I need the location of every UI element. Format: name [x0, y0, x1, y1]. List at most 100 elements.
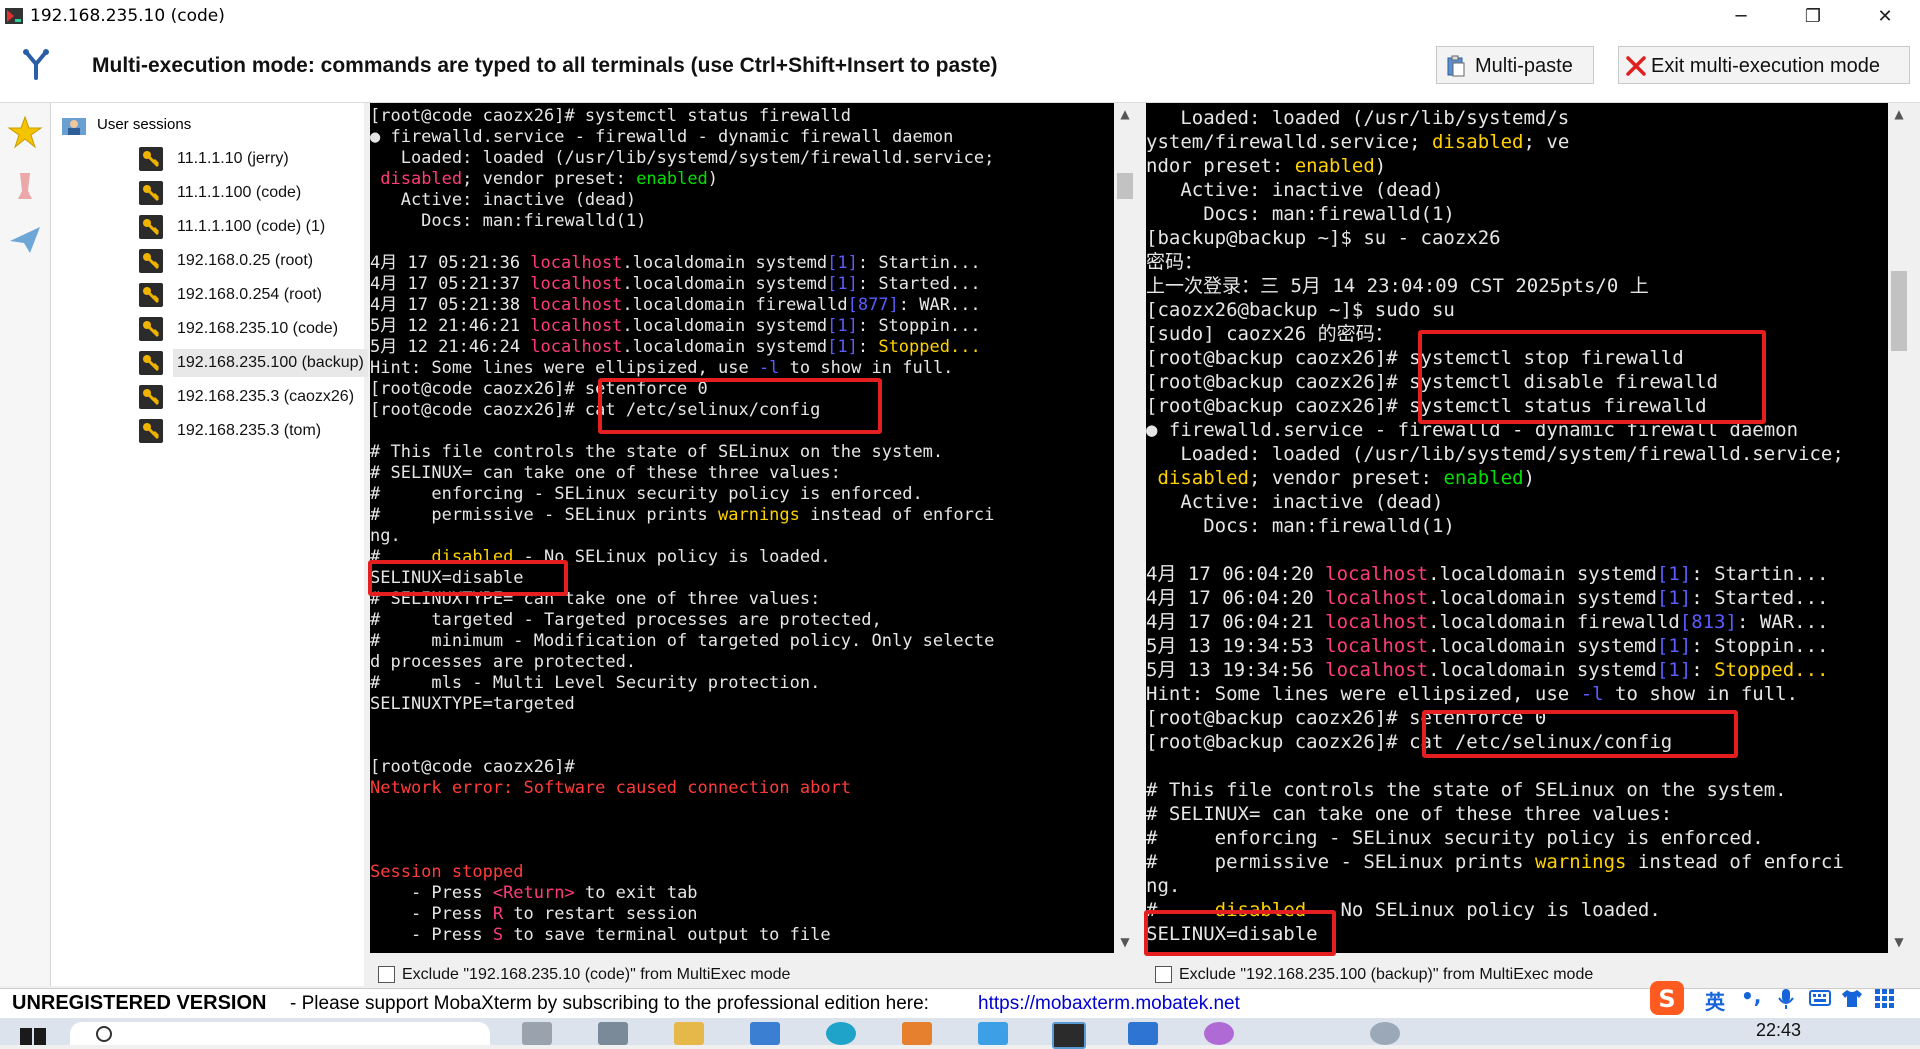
minimize-button[interactable]: ─	[1712, 0, 1770, 34]
session-label: 192.168.0.25 (root)	[177, 252, 314, 269]
status-bar: UNREGISTERED VERSION - Please support Mo…	[0, 988, 1920, 1019]
red-x-icon	[1626, 56, 1646, 76]
taskbar-app-icon[interactable]	[750, 1022, 780, 1045]
ime-punctuation[interactable]: •,	[1741, 984, 1761, 1008]
terminal-text: [1]	[827, 274, 858, 294]
terminal-text: localhost	[1325, 635, 1429, 657]
taskbar-app-icon[interactable]	[674, 1022, 704, 1045]
terminal-text: Docs: man:firewalld(1)	[370, 211, 647, 231]
terminal-line: 4月 17 05:21:37 localhost.localdomain sys…	[370, 274, 981, 295]
terminal-left-scrollbar[interactable]: ▲ ▼	[1114, 103, 1136, 953]
terminal-text: .localdomain systemd	[622, 253, 828, 273]
maximize-button[interactable]: ❐	[1784, 0, 1842, 34]
terminal-line: d processes are protected.	[370, 652, 636, 673]
terminal-line: Hint: Some lines were ellipsized, use -l…	[370, 358, 953, 379]
mobaxterm-link[interactable]: https://mobaxterm.mobatek.net	[978, 993, 1240, 1015]
keyboard-icon[interactable]	[1809, 988, 1831, 1008]
ssh-key-icon	[139, 215, 163, 239]
taskbar-search-box[interactable]	[70, 1022, 490, 1045]
terminal-text: localhost	[530, 274, 623, 294]
scroll-down-arrow[interactable]: ▼	[1890, 933, 1908, 951]
annotation-box	[1418, 330, 1766, 424]
checkbox[interactable]	[378, 966, 395, 983]
terminal-text: [1]	[1656, 587, 1692, 609]
scroll-down-arrow[interactable]: ▼	[1116, 933, 1134, 951]
terminal-right[interactable]: Loaded: loaded (/usr/lib/systemd/s ystem/…	[1146, 103, 1888, 953]
terminal-line: [root@code caozx26]#	[370, 757, 575, 778]
tools-tab[interactable]	[4, 161, 46, 209]
taskbar-app-icon[interactable]	[1204, 1022, 1234, 1045]
terminal-line: 5月 13 19:34:56 localhost.localdomain sys…	[1146, 658, 1829, 682]
terminal-text: enabled	[1443, 467, 1524, 489]
terminal-left[interactable]: [root@code caozx26]# systemctl status fi…	[370, 103, 1114, 953]
terminal-text: )	[1523, 467, 1535, 489]
terminal-text: .localdomain systemd	[1428, 659, 1657, 681]
sogou-s-icon[interactable]: S	[1649, 980, 1685, 1016]
scroll-thumb[interactable]	[1117, 173, 1133, 199]
scroll-up-arrow[interactable]: ▲	[1890, 105, 1908, 123]
terminal-line: # enforcing - SELinux security policy is…	[370, 484, 923, 505]
exclude-left-label: Exclude "192.168.235.10 (code)" from Mul…	[402, 966, 791, 983]
terminal-text: ystem/firewalld.service;	[1146, 131, 1432, 153]
taskbar-app-icon[interactable]	[522, 1022, 552, 1045]
multi-paste-button[interactable]: Multi-paste	[1436, 46, 1594, 84]
scroll-thumb[interactable]	[1891, 271, 1907, 351]
terminal-line: 4月 17 05:21:36 localhost.localdomain sys…	[370, 253, 981, 274]
terminal-text: )	[1374, 155, 1387, 177]
terminal-text: # targeted - Targeted processes are prot…	[370, 610, 882, 630]
favorites-tab[interactable]	[4, 107, 46, 155]
ssh-key-icon	[139, 385, 163, 409]
terminal-text: localhost	[1325, 587, 1429, 609]
taskbar-app-icon[interactable]	[826, 1022, 856, 1045]
weather-icon[interactable]	[1370, 1022, 1400, 1045]
terminal-text: # permissive - SELinux prints	[370, 505, 718, 525]
terminal-line: 5月 12 21:46:24 localhost.localdomain sys…	[370, 337, 981, 358]
scroll-up-arrow[interactable]: ▲	[1116, 105, 1134, 123]
session-label: 11.1.1.100 (code)	[177, 184, 302, 201]
terminal-text: # mls - Multi Level Security protection.	[370, 673, 821, 693]
user-sessions-label: User sessions	[97, 116, 192, 133]
grid-menu-icon[interactable]	[1873, 988, 1895, 1008]
terminal-line: - Press S to save terminal output to fil…	[370, 925, 831, 946]
taskbar-app-icon[interactable]	[598, 1022, 628, 1045]
terminal-line: Loaded: loaded (/usr/lib/systemd/system/…	[370, 148, 995, 169]
terminal-line: # SELINUX= can take one of these three v…	[370, 463, 841, 484]
terminal-text: .localdomain firewalld	[622, 295, 848, 315]
mobaxterm-app-icon	[5, 8, 23, 24]
terminal-text: Active: inactive (dead)	[1146, 491, 1444, 513]
skin-shirt-icon[interactable]	[1841, 988, 1863, 1008]
terminal-text: 4月 17 05:21:38	[370, 295, 531, 315]
terminal-line: ● firewalld.service - firewalld - dynami…	[370, 127, 953, 148]
terminal-text: Hint: Some lines were ellipsized, use	[370, 358, 759, 378]
close-button[interactable]: ✕	[1856, 0, 1914, 34]
terminal-text: .localdomain systemd	[622, 337, 828, 357]
taskbar-app-icon[interactable]	[1128, 1022, 1158, 1045]
terminal-text: .localdomain systemd	[1428, 587, 1657, 609]
terminal-text: Session stopped	[370, 862, 524, 882]
taskbar-clock[interactable]: 22:43	[1756, 1020, 1801, 1041]
ssh-key-icon	[139, 283, 163, 307]
taskbar-app-icon[interactable]	[902, 1022, 932, 1045]
exit-multi-exec-button[interactable]: Exit multi-execution mode	[1618, 46, 1910, 84]
terminal-text: Stopped...	[1714, 659, 1829, 681]
session-label: 11.1.1.100 (code) (1)	[177, 218, 326, 235]
microphone-icon[interactable]	[1777, 988, 1795, 1010]
macros-tab[interactable]	[4, 215, 46, 263]
terminal-text: Loaded: loaded (/usr/lib/systemd/system/…	[1146, 443, 1844, 465]
taskbar-app-icon[interactable]	[978, 1022, 1008, 1045]
terminal-text: 5月 12 21:46:24	[370, 337, 531, 357]
terminal-text: Docs: man:firewalld(1)	[1146, 515, 1455, 537]
terminal-text: [1]	[1656, 635, 1692, 657]
terminal-line: Network error: Software caused connectio…	[370, 778, 851, 799]
terminal-line: - Press <Return> to exit tab	[370, 883, 698, 904]
terminal-text: ● firewalld.service - firewalld - dynami…	[370, 127, 954, 147]
checkbox[interactable]	[1155, 966, 1172, 983]
terminal-text: # minimum - Modification of targeted pol…	[370, 631, 995, 651]
multi-exec-mode-text: Multi-execution mode: commands are typed…	[92, 54, 998, 77]
terminal-text: # enforcing - SELinux security policy is…	[370, 484, 923, 504]
terminal-text: Hint: Some lines were ellipsized, use	[1146, 683, 1581, 705]
terminal-right-scrollbar[interactable]: ▲ ▼	[1888, 103, 1910, 953]
windows-start-icon[interactable]	[18, 1026, 48, 1045]
ime-language[interactable]: 英	[1705, 986, 1725, 1015]
